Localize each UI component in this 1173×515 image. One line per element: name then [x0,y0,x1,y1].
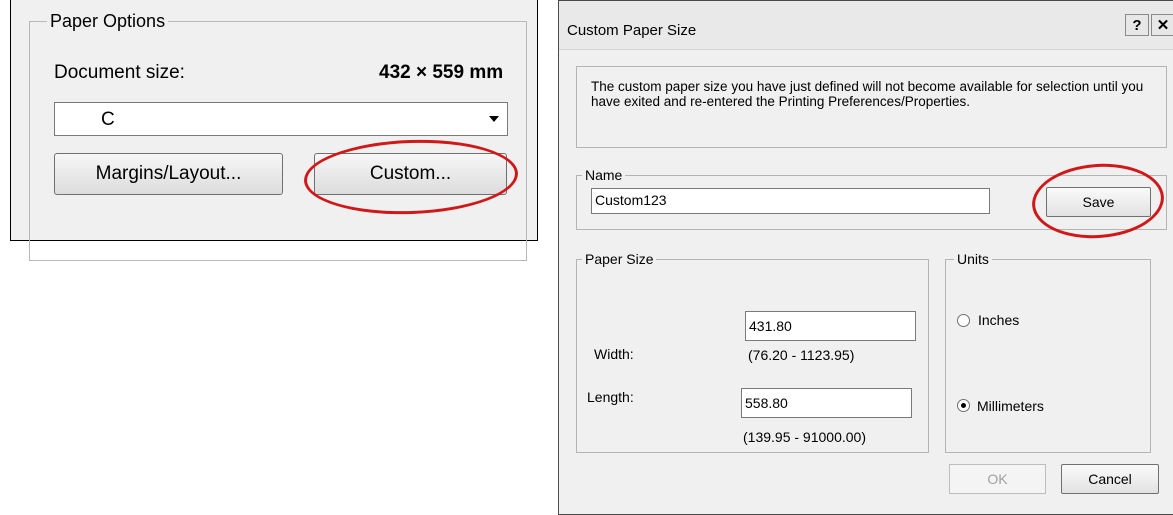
info-message: The custom paper size you have just defi… [576,66,1167,148]
paper-options-title: Paper Options [47,11,169,32]
paper-options-panel: Paper Options Document size: 432 × 559 m… [10,0,538,261]
millimeters-label[interactable]: Millimeters [977,398,1044,414]
document-size-select[interactable]: C [54,102,508,136]
document-size-select-value: C [101,109,115,130]
document-size-value: 432 × 559 mm [379,62,504,83]
margins-layout-button[interactable]: Margins/Layout... [54,153,283,195]
millimeters-radio[interactable] [957,399,970,412]
custom-paper-size-dialog: Custom Paper Size ? ✕ The custom paper s… [558,0,1173,515]
length-input[interactable]: 558.80 [741,388,912,418]
inches-label[interactable]: Inches [978,312,1019,328]
name-group-title: Name [582,167,626,183]
width-range: (76.20 - 1123.95) [748,347,855,363]
name-input[interactable]: Custom123 [591,188,990,214]
dropdown-arrow-icon[interactable] [483,105,505,133]
cancel-button[interactable]: Cancel [1061,464,1159,494]
units-group [945,259,1151,453]
dialog-titlebar: Custom Paper Size ? ✕ [559,1,1173,50]
ok-button[interactable]: OK [949,464,1046,494]
dialog-title: Custom Paper Size [567,22,697,39]
close-button[interactable]: ✕ [1151,14,1173,36]
inches-radio[interactable] [957,314,970,327]
length-range: (139.95 - 91000.00) [743,429,866,445]
width-input[interactable]: 431.80 [745,311,916,341]
width-label: Width: [594,346,634,362]
document-size-label: Document size: [54,62,185,83]
highlight-ellipse [1029,159,1167,243]
units-group-title: Units [954,251,992,267]
paper-size-group-title: Paper Size [582,251,657,267]
length-label: Length: [587,389,634,405]
help-button[interactable]: ? [1125,14,1149,36]
